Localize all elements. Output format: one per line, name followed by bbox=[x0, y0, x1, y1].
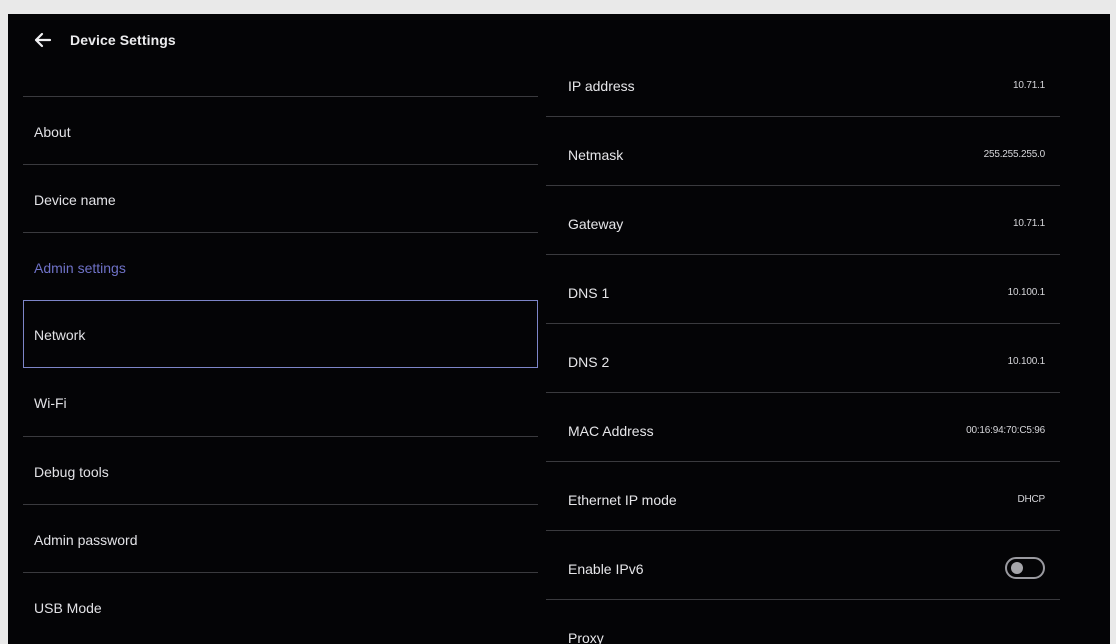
menu-item-usb-mode[interactable]: USB Mode bbox=[23, 572, 538, 640]
menu-item-about[interactable]: About bbox=[23, 96, 538, 164]
detail-value: 00:16:94:70:C5:96 bbox=[966, 425, 1045, 436]
menu-item-debug-tools[interactable]: Debug tools bbox=[23, 436, 538, 504]
detail-label: Netmask bbox=[568, 147, 624, 163]
detail-label: Gateway bbox=[568, 216, 624, 232]
detail-row-ip-address[interactable]: IP address 10.71.1 bbox=[546, 48, 1060, 117]
menu-item-label: USB Mode bbox=[34, 600, 102, 616]
toggle-knob bbox=[1011, 562, 1023, 574]
detail-row-gateway[interactable]: Gateway 10.71.1 bbox=[546, 186, 1060, 255]
detail-label: Ethernet IP mode bbox=[568, 492, 677, 508]
network-details-list: IP address 10.71.1 Netmask 255.255.255.0… bbox=[546, 48, 1060, 644]
back-button[interactable] bbox=[30, 26, 58, 54]
detail-label: IP address bbox=[568, 78, 635, 94]
device-settings-screen: Device Settings About Device name Admin … bbox=[8, 14, 1110, 644]
settings-menu: About Device name Admin settings Network… bbox=[23, 96, 538, 640]
detail-row-netmask[interactable]: Netmask 255.255.255.0 bbox=[546, 117, 1060, 186]
menu-item-label: Network bbox=[34, 327, 86, 343]
detail-row-enable-ipv6[interactable]: Enable IPv6 bbox=[546, 531, 1060, 600]
detail-value: 10.71.1 bbox=[1013, 218, 1045, 229]
detail-label: Proxy bbox=[568, 630, 604, 644]
menu-item-admin-settings[interactable]: Admin settings bbox=[23, 232, 538, 300]
menu-item-label: Debug tools bbox=[34, 464, 109, 480]
detail-label: Enable IPv6 bbox=[568, 561, 644, 577]
detail-row-dns2[interactable]: DNS 2 10.100.1 bbox=[546, 324, 1060, 393]
detail-value: 10.100.1 bbox=[1007, 287, 1046, 298]
detail-value: 255.255.255.0 bbox=[983, 149, 1046, 160]
detail-label: DNS 1 bbox=[568, 285, 610, 301]
menu-item-wifi[interactable]: Wi-Fi bbox=[23, 368, 538, 436]
detail-value: DHCP bbox=[1017, 494, 1045, 505]
menu-item-label: Device name bbox=[34, 192, 116, 208]
menu-item-admin-password[interactable]: Admin password bbox=[23, 504, 538, 572]
detail-label: MAC Address bbox=[568, 423, 654, 439]
detail-row-proxy[interactable]: Proxy bbox=[546, 600, 1060, 644]
detail-row-dns1[interactable]: DNS 1 10.100.1 bbox=[546, 255, 1060, 324]
menu-item-label: About bbox=[34, 124, 71, 140]
page-title: Device Settings bbox=[70, 32, 176, 48]
detail-label: DNS 2 bbox=[568, 354, 610, 370]
arrow-left-icon bbox=[34, 32, 52, 48]
enable-ipv6-toggle[interactable] bbox=[1005, 557, 1045, 579]
menu-item-network[interactable]: Network bbox=[23, 300, 538, 368]
menu-item-label: Admin settings bbox=[34, 260, 126, 276]
detail-value: 10.100.1 bbox=[1007, 356, 1046, 367]
detail-row-mac-address[interactable]: MAC Address 00:16:94:70:C5:96 bbox=[546, 393, 1060, 462]
menu-item-label: Admin password bbox=[34, 532, 138, 548]
detail-row-ethernet-ip-mode[interactable]: Ethernet IP mode DHCP bbox=[546, 462, 1060, 531]
menu-item-label: Wi-Fi bbox=[34, 395, 67, 411]
menu-item-device-name[interactable]: Device name bbox=[23, 164, 538, 232]
detail-value: 10.71.1 bbox=[1013, 80, 1045, 91]
